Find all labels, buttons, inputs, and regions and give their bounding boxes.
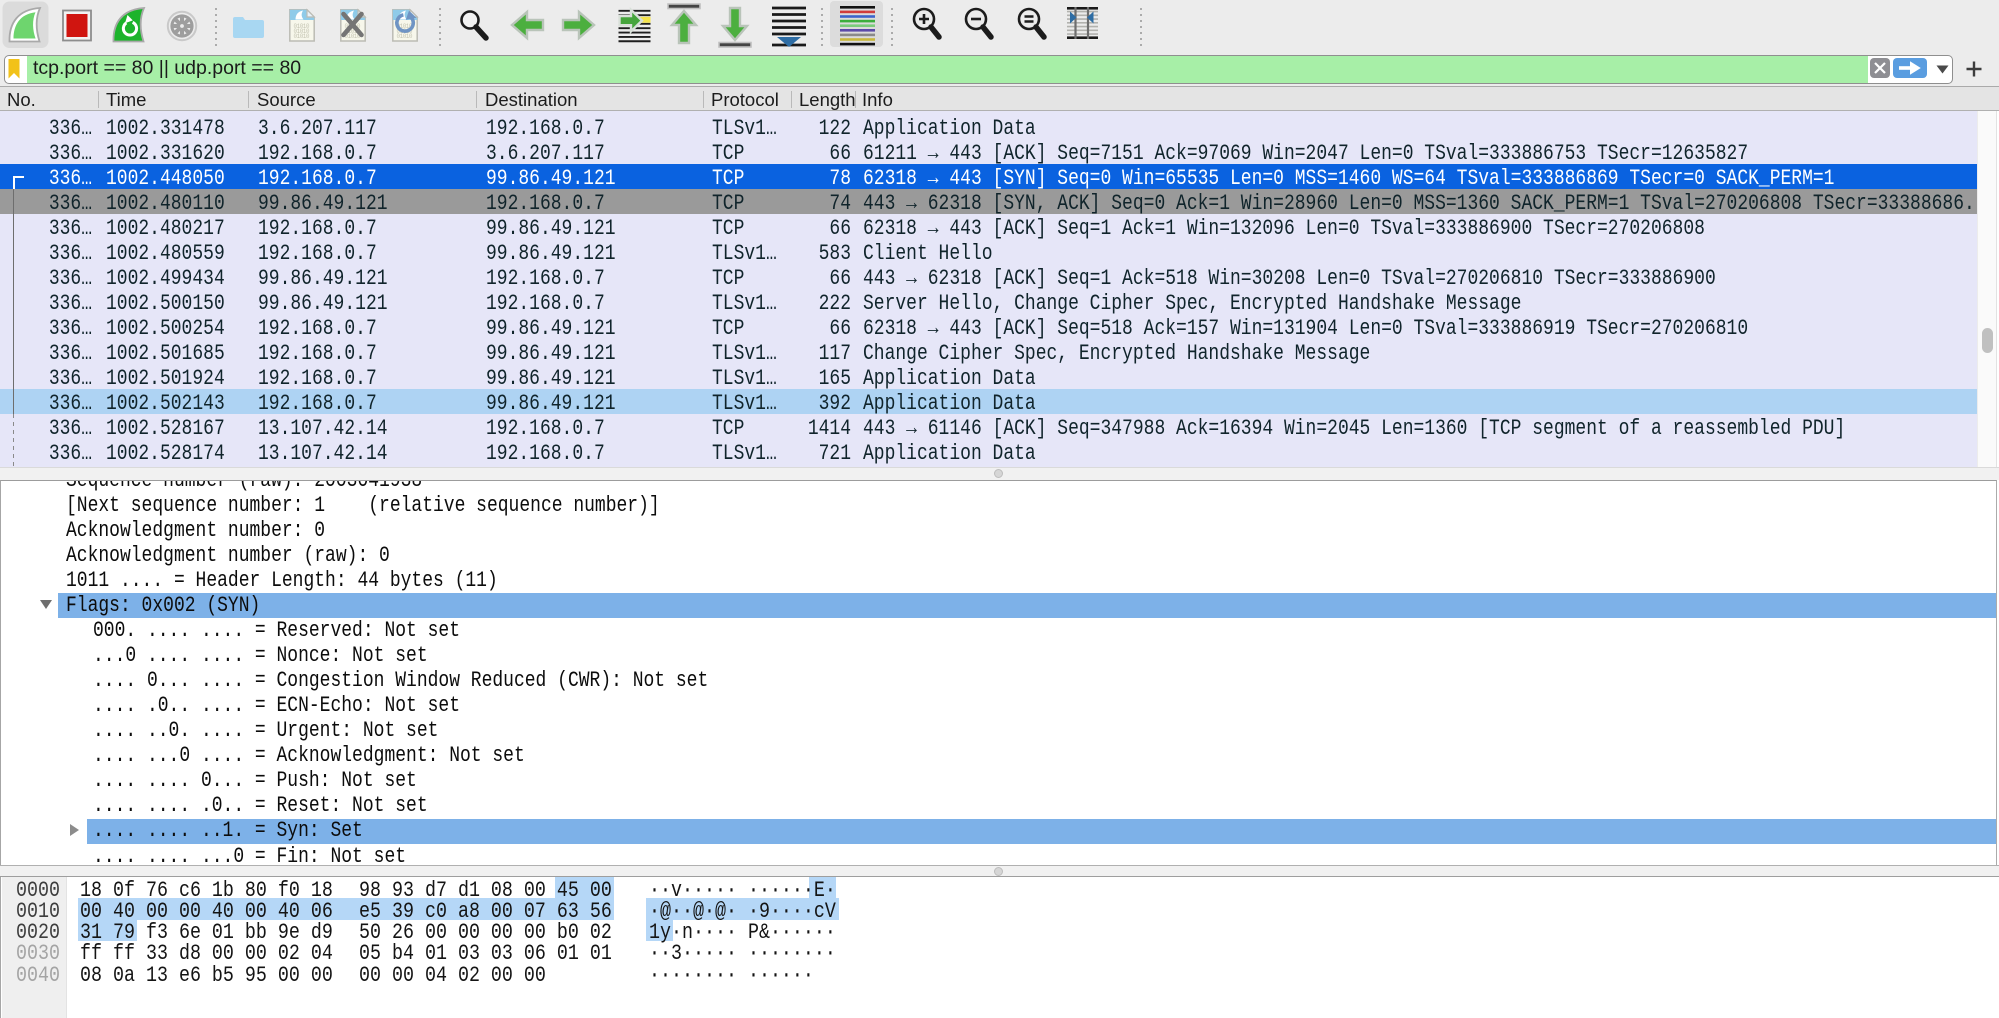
svg-text:01010: 01010 (397, 33, 413, 40)
svg-text:01010: 01010 (294, 33, 310, 40)
